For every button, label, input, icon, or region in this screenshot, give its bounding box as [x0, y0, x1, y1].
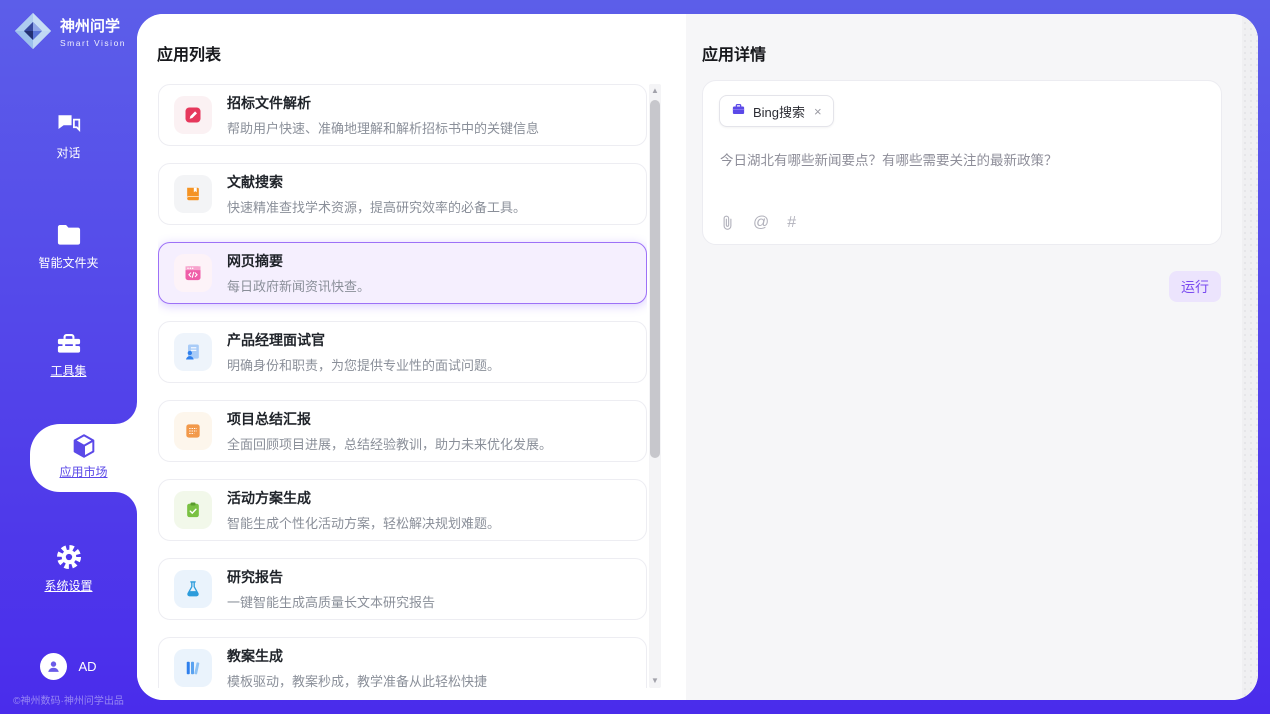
- sidebar-item-app-market[interactable]: 应用市场: [30, 424, 137, 492]
- interviewer-icon: [174, 333, 212, 371]
- app-card-title: 教案生成: [227, 646, 487, 666]
- app-card-desc: 模板驱动，教案秒成，教学准备从此轻松快捷: [227, 671, 487, 688]
- sidebar-item-label: 对话: [0, 144, 137, 161]
- diamond-logo-icon: [13, 11, 53, 56]
- sidebar-item-label: 工具集: [0, 362, 137, 379]
- app-card-web-summary[interactable]: 网页摘要 每日政府新闻资讯快查。: [158, 242, 647, 304]
- flask-icon: [174, 570, 212, 608]
- tool-tag-bing-search[interactable]: Bing搜索 ×: [719, 95, 834, 127]
- gear-icon: [0, 543, 137, 571]
- folder-icon: [0, 222, 137, 248]
- close-icon[interactable]: ×: [814, 104, 822, 119]
- sidebar-item-label: 应用市场: [30, 463, 137, 480]
- app-list-scrollbar: ▲ ▼: [649, 84, 661, 688]
- sidebar-item-settings[interactable]: 系统设置: [0, 543, 137, 594]
- browser-code-icon: [174, 254, 212, 292]
- pen-square-icon: [174, 96, 212, 134]
- main-panel: 应用列表 招标文件解析 帮助用户快速、准确地理解和解析招标书中的关键信息: [137, 14, 1258, 700]
- app-card-desc: 明确身份和职责，为您提供专业性的面试问题。: [227, 355, 500, 374]
- briefcase-icon: [731, 102, 746, 121]
- note-icon: [174, 412, 212, 450]
- composer-toolbar: @ #: [720, 214, 796, 231]
- books-icon: [174, 649, 212, 687]
- at-icon[interactable]: @: [753, 215, 769, 231]
- sidebar-item-chat[interactable]: 对话: [0, 110, 137, 161]
- sidebar-item-label: 系统设置: [0, 577, 137, 594]
- sidebar-item-toolset[interactable]: 工具集: [0, 330, 137, 379]
- user-initials: AD: [78, 659, 96, 674]
- app-card-desc: 智能生成个性化活动方案，轻松解决规划难题。: [227, 513, 500, 532]
- app-card-project-summary[interactable]: 项目总结汇报 全面回顾项目进展，总结经验教训，助力未来优化发展。: [158, 400, 647, 462]
- app-card-title: 活动方案生成: [227, 488, 500, 508]
- active-tab-curve-top: [115, 402, 137, 424]
- app-list-title: 应用列表: [157, 41, 221, 65]
- app-card-title: 网页摘要: [227, 251, 370, 271]
- sidebar-item-smart-folders[interactable]: 智能文件夹: [0, 222, 137, 271]
- detail-pane-gutter: [1242, 14, 1258, 700]
- app-card-title: 文献搜索: [227, 172, 526, 192]
- app-detail-pane: 应用详情 Bing搜索 × 今日湖北有哪些新闻要点？有哪些需要关注的最新政策？: [686, 14, 1258, 700]
- app-card-title: 产品经理面试官: [227, 330, 500, 350]
- app-card-list: 招标文件解析 帮助用户快速、准确地理解和解析招标书中的关键信息 文献搜索 快速精…: [158, 84, 647, 688]
- brand-name: 神州问学: [60, 19, 126, 36]
- app-card-desc: 每日政府新闻资讯快查。: [227, 276, 370, 295]
- active-tab-curve-bottom: [115, 492, 137, 514]
- avatar: [40, 653, 67, 680]
- app-card-tender-parse[interactable]: 招标文件解析 帮助用户快速、准确地理解和解析招标书中的关键信息: [158, 84, 647, 146]
- app-card-pm-interviewer[interactable]: 产品经理面试官 明确身份和职责，为您提供专业性的面试问题。: [158, 321, 647, 383]
- scroll-up-arrow-icon[interactable]: ▲: [649, 85, 661, 97]
- prompt-card: Bing搜索 × 今日湖北有哪些新闻要点？有哪些需要关注的最新政策？ @ #: [702, 80, 1222, 245]
- app-card-literature-search[interactable]: 文献搜索 快速精准查找学术资源，提高研究效率的必备工具。: [158, 163, 647, 225]
- scrollbar-thumb[interactable]: [650, 100, 660, 458]
- hash-icon[interactable]: #: [787, 215, 796, 231]
- person-icon: [45, 658, 62, 675]
- tool-tag-label: Bing搜索: [753, 102, 805, 121]
- cube-icon: [30, 432, 137, 460]
- app-logo: 神州问学 Smart Vision: [13, 11, 126, 56]
- app-card-desc: 帮助用户快速、准确地理解和解析招标书中的关键信息: [227, 118, 539, 137]
- scroll-down-arrow-icon[interactable]: ▼: [649, 675, 661, 687]
- app-card-title: 招标文件解析: [227, 93, 539, 113]
- app-card-title: 研究报告: [227, 567, 435, 587]
- toolbox-icon: [0, 330, 137, 356]
- user-account[interactable]: AD: [0, 653, 137, 680]
- paperclip-icon[interactable]: [720, 214, 735, 231]
- prompt-input[interactable]: 今日湖北有哪些新闻要点？有哪些需要关注的最新政策？: [720, 151, 1201, 171]
- book-icon: [174, 175, 212, 213]
- app-card-lesson-plan[interactable]: 教案生成 模板驱动，教案秒成，教学准备从此轻松快捷: [158, 637, 647, 688]
- app-detail-title: 应用详情: [702, 41, 766, 65]
- app-card-desc: 快速精准查找学术资源，提高研究效率的必备工具。: [227, 197, 526, 216]
- app-card-event-plan[interactable]: 活动方案生成 智能生成个性化活动方案，轻松解决规划难题。: [158, 479, 647, 541]
- app-card-desc: 全面回顾项目进展，总结经验教训，助力未来优化发展。: [227, 434, 552, 453]
- app-card-research-report[interactable]: 研究报告 一键智能生成高质量长文本研究报告: [158, 558, 647, 620]
- brand-tagline: Smart Vision: [60, 38, 126, 48]
- app-list-pane: 应用列表 招标文件解析 帮助用户快速、准确地理解和解析招标书中的关键信息: [137, 14, 686, 700]
- run-button[interactable]: 运行: [1169, 271, 1221, 302]
- copyright-text: ©神州数码·神州问学出品: [0, 692, 137, 707]
- sidebar-item-label: 智能文件夹: [0, 254, 137, 271]
- clipboard-check-icon: [174, 491, 212, 529]
- chat-icon: [0, 110, 137, 138]
- sidebar: 神州问学 Smart Vision 对话 智能文件夹: [0, 0, 137, 714]
- app-card-desc: 一键智能生成高质量长文本研究报告: [227, 592, 435, 611]
- app-card-title: 项目总结汇报: [227, 409, 552, 429]
